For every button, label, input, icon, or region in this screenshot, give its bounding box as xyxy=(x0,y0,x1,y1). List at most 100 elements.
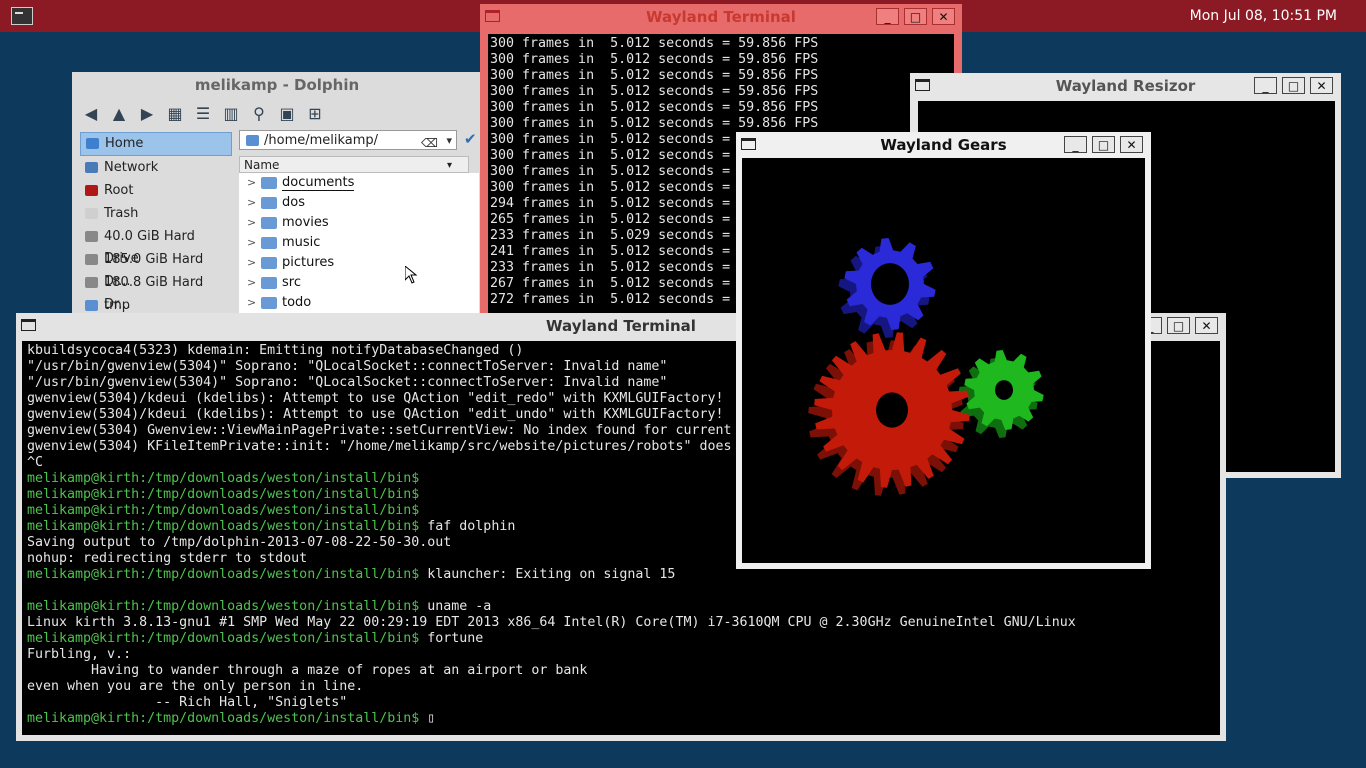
clear-icon[interactable]: ⌫ xyxy=(421,133,438,153)
sort-chevron-icon[interactable]: ▾ xyxy=(447,157,452,174)
file-name: dos xyxy=(282,195,305,210)
location-bar[interactable]: /home/melikamp/ ⌫ ▾ xyxy=(239,130,457,150)
maximize-icon[interactable]: □ xyxy=(1092,136,1115,153)
preview-icon[interactable]: ▣ xyxy=(276,103,298,125)
folder-icon xyxy=(261,197,277,209)
terminal-launcher-icon[interactable] xyxy=(11,7,33,25)
close-icon[interactable]: ✕ xyxy=(1120,136,1143,153)
shell-prompt: melikamp@kirth:/tmp/downloads/weston/ins… xyxy=(27,487,420,502)
file-row[interactable]: > music xyxy=(239,233,479,253)
file-name: todo xyxy=(282,295,312,310)
file-row[interactable]: > documents xyxy=(239,173,479,193)
place-icon xyxy=(85,254,98,265)
folder-icon xyxy=(261,177,277,189)
place-item[interactable]: Network xyxy=(80,157,232,179)
file-name: src xyxy=(282,275,301,290)
columns-view-icon[interactable]: ▥ xyxy=(220,103,242,125)
output-text: even when you are the only person in lin… xyxy=(27,679,364,694)
close-icon[interactable]: ✕ xyxy=(1195,317,1218,334)
window-controls: _ □ ✕ xyxy=(1254,77,1333,94)
gears-canvas[interactable] xyxy=(742,158,1145,563)
place-label: Network xyxy=(104,160,159,175)
expand-icon[interactable]: > xyxy=(247,273,256,293)
go-button[interactable]: ✔ xyxy=(464,130,477,148)
terminal-line: 300 frames in 5.012 seconds = 59.856 FPS xyxy=(490,52,819,67)
back-icon[interactable]: ◀ xyxy=(80,103,102,125)
maximize-icon[interactable]: □ xyxy=(1282,77,1305,94)
minimize-icon[interactable]: _ xyxy=(1064,136,1087,153)
details-view-icon[interactable]: ☰ xyxy=(192,103,214,125)
column-header-name[interactable]: Name ▾ xyxy=(239,156,469,173)
file-row[interactable]: > dos xyxy=(239,193,479,213)
icons-view-icon[interactable]: ▦ xyxy=(164,103,186,125)
window-controls: _ □ ✕ xyxy=(876,8,955,25)
dolphin-titlebar[interactable]: melikamp - Dolphin xyxy=(72,72,482,98)
place-icon xyxy=(85,231,98,242)
blue-gear xyxy=(838,238,936,338)
find-icon[interactable]: ⚲ xyxy=(248,103,270,125)
places-panel: Home Network Root Trash 40.0 GiB Hard Drive 1… xyxy=(80,132,232,317)
place-item[interactable]: Root xyxy=(80,180,232,202)
up-icon[interactable]: ▲ xyxy=(108,103,130,125)
shell-command: uname -a xyxy=(419,599,492,614)
output-text: "/usr/bin/gwenview(5304)" Soprano: "QLoc… xyxy=(27,375,668,390)
place-item[interactable]: 185.0 GiB Hard Dr... xyxy=(80,249,232,289)
output-text: gwenview(5304)/kdeui (kdelibs): Attempt … xyxy=(27,407,724,422)
expand-icon[interactable]: > xyxy=(247,233,256,253)
file-row[interactable]: > movies xyxy=(239,213,479,233)
dolphin-toolbar: ◀ ▲ ▶ ▦ ☰ ▥ ⚲ ▣ ⊞ xyxy=(80,100,326,128)
output-text: Linux kirth 3.8.13-gnu1 #1 SMP Wed May 2… xyxy=(27,615,1076,630)
place-icon xyxy=(85,162,98,173)
terminal-line: -- Rich Hall, "Sniglets" xyxy=(27,695,1220,711)
place-icon xyxy=(85,185,98,196)
terminal-line: Having to wander through a maze of ropes… xyxy=(27,663,1220,679)
shell-prompt: melikamp@kirth:/tmp/downloads/weston/ins… xyxy=(27,567,420,582)
close-icon[interactable]: ✕ xyxy=(1310,77,1333,94)
shell-command: faf dolphin xyxy=(419,519,516,534)
place-item[interactable]: Trash xyxy=(80,203,232,225)
place-label: Trash xyxy=(104,206,139,221)
shell-command: ▯ xyxy=(419,711,436,726)
place-label: Root xyxy=(104,183,134,198)
output-text: gwenview(5304) KFileItemPrivate::init: "… xyxy=(27,439,812,454)
folder-icon xyxy=(261,257,277,269)
terminal-line: even when you are the only person in lin… xyxy=(27,679,1220,695)
maximize-icon[interactable]: □ xyxy=(904,8,927,25)
expand-icon[interactable]: > xyxy=(247,253,256,273)
expand-icon[interactable]: > xyxy=(247,213,256,233)
shell-prompt: melikamp@kirth:/tmp/downloads/weston/ins… xyxy=(27,631,420,646)
place-icon xyxy=(86,138,99,149)
expand-icon[interactable]: > xyxy=(247,173,256,193)
output-text: Furbling, v.: xyxy=(27,647,132,662)
forward-icon[interactable]: ▶ xyxy=(136,103,158,125)
prompt-line: melikamp@kirth:/tmp/downloads/weston/ins… xyxy=(27,631,1220,647)
place-item[interactable]: 40.0 GiB Hard Drive xyxy=(80,226,232,266)
minimize-icon[interactable]: _ xyxy=(876,8,899,25)
prompt-line: melikamp@kirth:/tmp/downloads/weston/ins… xyxy=(27,567,1220,583)
file-name: movies xyxy=(282,215,329,230)
file-row[interactable]: > pictures xyxy=(239,253,479,273)
prompt-line: melikamp@kirth:/tmp/downloads/weston/ins… xyxy=(27,599,1220,615)
place-item[interactable]: 180.8 GiB Hard Dr... xyxy=(80,272,232,312)
file-row[interactable]: > src xyxy=(239,273,479,293)
place-label: Home xyxy=(105,136,144,151)
expand-icon[interactable]: > xyxy=(247,193,256,213)
expand-icon[interactable]: > xyxy=(247,293,256,313)
maximize-icon[interactable]: □ xyxy=(1167,317,1190,334)
split-icon[interactable]: ⊞ xyxy=(304,103,326,125)
output-text: ^C xyxy=(27,455,44,470)
place-icon xyxy=(85,300,98,311)
file-name: documents xyxy=(282,175,355,191)
shell-prompt: melikamp@kirth:/tmp/downloads/weston/ins… xyxy=(27,599,420,614)
chevron-down-icon[interactable]: ▾ xyxy=(446,131,452,151)
terminal-line: Linux kirth 3.8.13-gnu1 #1 SMP Wed May 2… xyxy=(27,615,1220,631)
minimize-icon[interactable]: _ xyxy=(1254,77,1277,94)
file-name: music xyxy=(282,235,321,250)
output-text: Saving output to /tmp/dolphin-2013-07-08… xyxy=(27,535,452,550)
close-icon[interactable]: ✕ xyxy=(932,8,955,25)
file-row[interactable]: > todo xyxy=(239,293,479,313)
dolphin-window: melikamp - Dolphin ◀ ▲ ▶ ▦ ☰ ▥ ⚲ ▣ ⊞ Hom… xyxy=(72,72,482,317)
place-item[interactable]: Home xyxy=(80,132,232,156)
place-icon xyxy=(85,277,98,288)
mouse-pointer-icon xyxy=(405,266,417,284)
